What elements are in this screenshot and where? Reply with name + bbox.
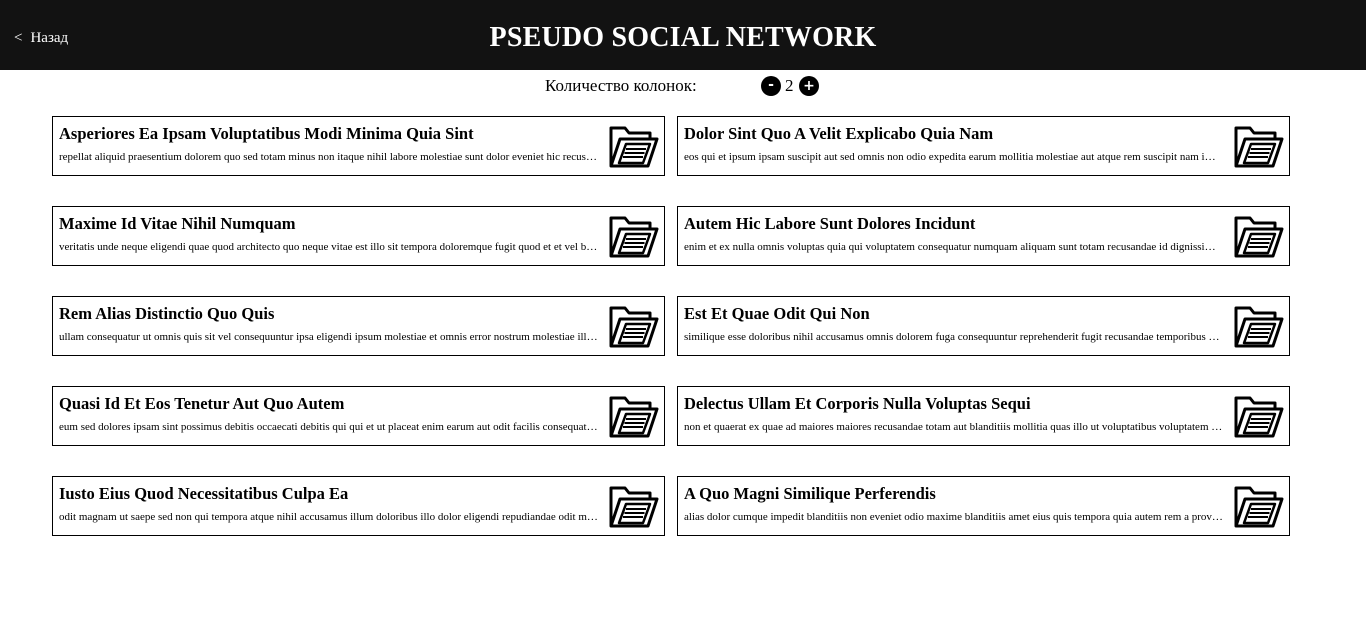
folder-document-icon[interactable] <box>1233 482 1285 530</box>
post-body: alias dolor cumque impedit blanditiis no… <box>684 511 1224 523</box>
folder-document-icon[interactable] <box>608 392 660 440</box>
post-body: repellat aliquid praesentium dolorem quo… <box>59 151 599 163</box>
folder-document-icon[interactable] <box>1233 392 1285 440</box>
folder-document-icon[interactable] <box>608 302 660 350</box>
post-card[interactable]: Est Et Quae Odit Qui Non similique esse … <box>677 296 1290 356</box>
decrease-columns-button[interactable]: - <box>761 76 781 96</box>
post-body: eos qui et ipsum ipsam suscipit aut sed … <box>684 151 1224 163</box>
post-body: veritatis unde neque eligendi quae quod … <box>59 241 599 253</box>
increase-columns-button[interactable]: + <box>799 76 819 96</box>
post-grid: Asperiores Ea Ipsam Voluptatibus Modi Mi… <box>52 116 1290 536</box>
post-title: Rem Alias Distinctio Quo Quis <box>59 304 275 323</box>
post-body: ullam consequatur ut omnis quis sit vel … <box>59 331 599 343</box>
post-card[interactable]: Maxime Id Vitae Nihil Numquam veritatis … <box>52 206 665 266</box>
folder-document-icon[interactable] <box>1233 302 1285 350</box>
folder-document-icon[interactable] <box>1233 122 1285 170</box>
column-count-label: Количество колонок: <box>545 76 697 95</box>
post-title: Dolor Sint Quo A Velit Explicabo Quia Na… <box>684 124 994 143</box>
post-body: eum sed dolores ipsam sint possimus debi… <box>59 421 599 433</box>
post-title: Asperiores Ea Ipsam Voluptatibus Modi Mi… <box>59 124 474 143</box>
folder-document-icon[interactable] <box>1233 212 1285 260</box>
post-title: Iusto Eius Quod Necessitatibus Culpa Ea <box>59 484 349 503</box>
post-body: enim et ex nulla omnis voluptas quia qui… <box>684 241 1224 253</box>
app-header: < Назад PSEUDO SOCIAL NETWORK <box>0 0 1366 70</box>
post-body: odit magnam ut saepe sed non qui tempora… <box>59 511 599 523</box>
post-title: Est Et Quae Odit Qui Non <box>684 304 870 323</box>
post-title: A Quo Magni Similique Perferendis <box>684 484 936 503</box>
post-title: Autem Hic Labore Sunt Dolores Incidunt <box>684 214 976 233</box>
folder-document-icon[interactable] <box>608 482 660 530</box>
post-card[interactable]: Dolor Sint Quo A Velit Explicabo Quia Na… <box>677 116 1290 176</box>
post-card[interactable]: Rem Alias Distinctio Quo Quis ullam cons… <box>52 296 665 356</box>
folder-document-icon[interactable] <box>608 212 660 260</box>
post-card[interactable]: Delectus Ullam Et Corporis Nulla Volupta… <box>677 386 1290 446</box>
post-title: Delectus Ullam Et Corporis Nulla Volupta… <box>684 394 1031 413</box>
post-card[interactable]: Iusto Eius Quod Necessitatibus Culpa Ea … <box>52 476 665 536</box>
post-title: Maxime Id Vitae Nihil Numquam <box>59 214 296 233</box>
column-count-value: 2 <box>785 76 794 95</box>
post-card[interactable]: Quasi Id Et Eos Tenetur Aut Quo Autem eu… <box>52 386 665 446</box>
post-card[interactable]: A Quo Magni Similique Perferendis alias … <box>677 476 1290 536</box>
post-title: Quasi Id Et Eos Tenetur Aut Quo Autem <box>59 394 345 413</box>
post-card[interactable]: Asperiores Ea Ipsam Voluptatibus Modi Mi… <box>52 116 665 176</box>
post-card[interactable]: Autem Hic Labore Sunt Dolores Incidunt e… <box>677 206 1290 266</box>
site-title: PSEUDO SOCIAL NETWORK <box>489 22 877 53</box>
post-body: similique esse doloribus nihil accusamus… <box>684 331 1224 343</box>
post-body: non et quaerat ex quae ad maiores maiore… <box>684 421 1224 433</box>
column-controls: Количество колонок: - 2 + <box>0 70 1366 102</box>
folder-document-icon[interactable] <box>608 122 660 170</box>
